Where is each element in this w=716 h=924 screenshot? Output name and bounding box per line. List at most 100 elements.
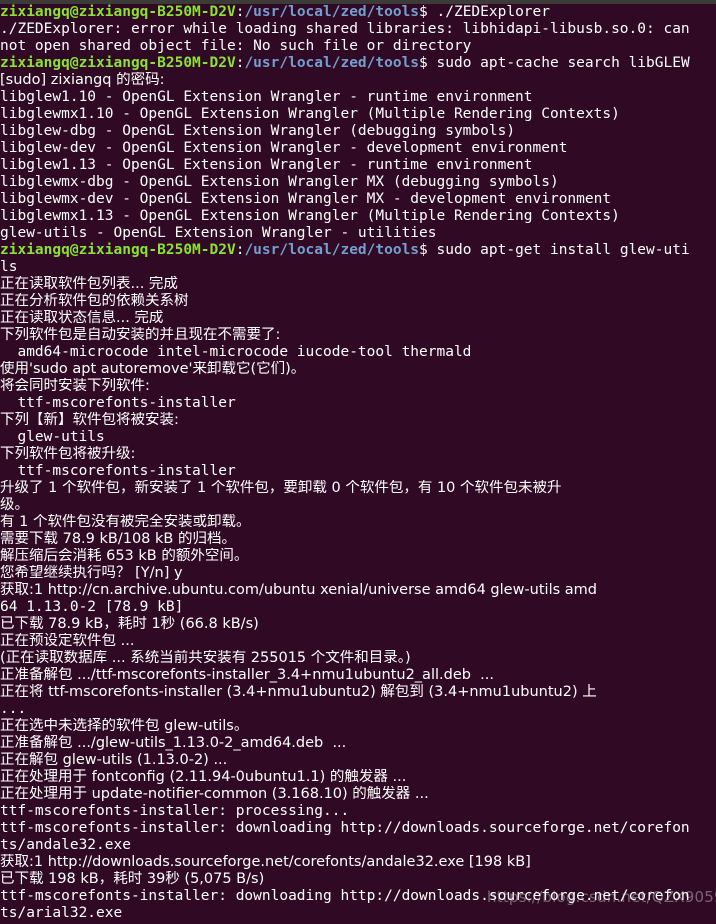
output-text: 正准备解包 .../glew-utils_1.13.0-2_amd64.deb … xyxy=(0,735,347,751)
terminal-output-line: 已下载 78.9 kB，耗时 1秒 (66.8 kB/s) xyxy=(0,616,716,633)
terminal-output-line: glew-utils xyxy=(0,429,716,446)
terminal-output-line: 正在读取状态信息... 完成 xyxy=(0,310,716,327)
output-text: ttf-mscorefonts-installer xyxy=(0,395,236,411)
terminal-output-line: 将会同时安装下列软件: xyxy=(0,378,716,395)
output-text: 正在预设定软件包 ... xyxy=(0,633,135,649)
terminal-prompt-line: zixiangq@zixiangq-B250M-D2V:/usr/local/z… xyxy=(0,55,716,72)
output-text: libglewmx-dbg - OpenGL Extension Wrangle… xyxy=(0,174,559,190)
terminal-output-line: libglewmx-dev - OpenGL Extension Wrangle… xyxy=(0,191,716,208)
terminal-output-line: 获取:1 http://cn.archive.ubuntu.com/ubuntu… xyxy=(0,582,716,599)
output-text: 您希望继续执行吗？ [Y/n] y xyxy=(0,565,183,581)
terminal-output-line: 已下载 198 kB，耗时 39秒 (5,075 B/s) xyxy=(0,871,716,888)
terminal-output-line: ts/andale32.exe xyxy=(0,837,716,854)
prompt-path: /usr/local/zed/tools xyxy=(244,55,420,71)
output-text: 正在读取软件包列表... 完成 xyxy=(0,276,178,292)
terminal-output-line: [sudo] zixiangq 的密码: xyxy=(0,72,716,89)
output-text: amd64-microcode intel-microcode iucode-t… xyxy=(0,344,472,360)
output-text: 需要下载 78.9 kB/108 kB 的归档。 xyxy=(0,531,236,547)
output-text: 已下载 78.9 kB，耗时 1秒 (66.8 kB/s) xyxy=(0,616,259,632)
terminal-output-line: 64 1.13.0-2 [78.9 kB] xyxy=(0,599,716,616)
output-text: 升级了 1 个软件包，新安装了 1 个软件包，要卸载 0 个软件包，有 10 个… xyxy=(0,480,562,496)
terminal-output-line: 您希望继续执行吗？ [Y/n] y xyxy=(0,565,716,582)
output-text: 正在读取状态信息... 完成 xyxy=(0,310,164,326)
terminal-output-line: libglew1.13 - OpenGL Extension Wrangler … xyxy=(0,157,716,174)
prompt-user-host: zixiangq@zixiangq-B250M-D2V xyxy=(0,4,236,20)
terminal-output-line: libglewmx-dbg - OpenGL Extension Wrangle… xyxy=(0,174,716,191)
output-text: [sudo] zixiangq xyxy=(0,72,117,88)
terminal-output-line: libglew-dbg - OpenGL Extension Wrangler … xyxy=(0,123,716,140)
terminal-output-line: libglew-dev - OpenGL Extension Wrangler … xyxy=(0,140,716,157)
output-text: 使用'sudo apt autoremove'来卸载它(它们)。 xyxy=(0,361,306,377)
terminal-output-line: not open shared object file: No such fil… xyxy=(0,38,716,55)
prompt-path: /usr/local/zed/tools xyxy=(244,242,420,258)
terminal-output-line: 需要下载 78.9 kB/108 kB 的归档。 xyxy=(0,531,716,548)
prompt-path: /usr/local/zed/tools xyxy=(244,4,420,20)
terminal-output-line: ls xyxy=(0,259,716,276)
output-text: ... xyxy=(0,701,27,717)
output-text: 已下载 198 kB，耗时 39秒 (5,075 B/s) xyxy=(0,871,265,887)
output-text: libglewmx-dev - OpenGL Extension Wrangle… xyxy=(0,191,612,207)
output-text: ttf-mscorefonts-installer: downloading h… xyxy=(0,820,690,836)
output-text: ttf-mscorefonts-installer xyxy=(0,463,236,479)
output-text: 正准备解包 .../ttf-mscorefonts-installer_3.4+… xyxy=(0,667,494,683)
output-text: 正在处理用于 fontconfig (2.11.94-0ubuntu1.1) 的… xyxy=(0,769,407,785)
terminal-output-line: ttf-mscorefonts-installer: downloading h… xyxy=(0,888,716,905)
output-text: libglew1.10 - OpenGL Extension Wrangler … xyxy=(0,89,533,105)
output-text: 正在解包 glew-utils (1.13.0-2) ... xyxy=(0,752,228,768)
terminal-prompt-line: zixiangq@zixiangq-B250M-D2V:/usr/local/z… xyxy=(0,4,716,21)
terminal-window[interactable]: zixiangq@zixiangq-B250M-D2V:/usr/local/z… xyxy=(0,0,716,924)
output-text: 下列【新】软件包将被安装: xyxy=(0,412,179,428)
output-text: glew-utils xyxy=(0,429,105,445)
terminal-output-line: ... xyxy=(0,701,716,718)
terminal-output-line: 升级了 1 个软件包，新安装了 1 个软件包，要卸载 0 个软件包，有 10 个… xyxy=(0,480,716,497)
terminal-output-line: glew-utils - OpenGL Extension Wrangler -… xyxy=(0,225,716,242)
output-text: not open shared object file: No such fil… xyxy=(0,38,472,54)
terminal-output-line: ttf-mscorefonts-installer xyxy=(0,395,716,412)
prompt-user-host: zixiangq@zixiangq-B250M-D2V xyxy=(0,242,236,258)
output-text: 下列软件包是自动安装的并且现在不需要了: xyxy=(0,327,281,343)
output-text: 获取:1 http://downloads.sourceforge.net/co… xyxy=(0,854,531,870)
output-text: 下列软件包将被升级: xyxy=(0,446,136,462)
output-text: 64 1.13.0-2 [78.9 kB] xyxy=(0,599,184,615)
terminal-output-line: 解压缩后会消耗 653 kB 的额外空间。 xyxy=(0,548,716,565)
terminal-output-line: 下列【新】软件包将被安装: xyxy=(0,412,716,429)
output-text: (正在读取数据库 ... 系统当前共安装有 255015 个文件和目录。) xyxy=(0,650,411,666)
terminal-output-line: 下列软件包是自动安装的并且现在不需要了: xyxy=(0,327,716,344)
terminal-output-line: 正准备解包 .../glew-utils_1.13.0-2_amd64.deb … xyxy=(0,735,716,752)
terminal-output-line: (正在读取数据库 ... 系统当前共安装有 255015 个文件和目录。) xyxy=(0,650,716,667)
output-text: 正在分析软件包的依赖关系树 xyxy=(0,293,189,309)
prompt-command: sudo apt-get install glew-uti xyxy=(427,242,690,258)
terminal-output-line: 正在分析软件包的依赖关系树 xyxy=(0,293,716,310)
terminal-prompt-line: zixiangq@zixiangq-B250M-D2V:/usr/local/z… xyxy=(0,242,716,259)
prompt-symbol: $ xyxy=(419,242,428,258)
terminal-output-line: 正在选中未选择的软件包 glew-utils。 xyxy=(0,718,716,735)
output-text: 获取:1 http://cn.archive.ubuntu.com/ubuntu… xyxy=(0,582,597,598)
output-text: 将会同时安装下列软件: xyxy=(0,378,150,394)
terminal-output-line: 下列软件包将被升级: xyxy=(0,446,716,463)
terminal-output-line: 有 1 个软件包没有被完全安装或卸载。 xyxy=(0,514,716,531)
output-text: libglewmx1.10 - OpenGL Extension Wrangle… xyxy=(0,106,620,122)
prompt-symbol: $ xyxy=(419,55,428,71)
terminal-output-line: 正在处理用于 fontconfig (2.11.94-0ubuntu1.1) 的… xyxy=(0,769,716,786)
output-text: ts/arial32.exe xyxy=(0,905,123,921)
terminal-output-line: ttf-mscorefonts-installer xyxy=(0,463,716,480)
output-text: ts/andale32.exe xyxy=(0,837,131,853)
output-text: ./ZEDExplorer: error while loading share… xyxy=(0,21,690,37)
terminal-output-line: 级。 xyxy=(0,497,716,514)
output-text: 正在将 ttf-mscorefonts-installer (3.4+nmu1u… xyxy=(0,684,597,700)
prompt-symbol: $ xyxy=(419,4,428,20)
terminal-output-line: libglewmx1.13 - OpenGL Extension Wrangle… xyxy=(0,208,716,225)
terminal-output-line: ttf-mscorefonts-installer: downloading h… xyxy=(0,820,716,837)
output-text: 正在选中未选择的软件包 glew-utils。 xyxy=(0,718,249,734)
terminal-output-line: 正在处理用于 update-notifier-common (3.168.10)… xyxy=(0,786,716,803)
terminal-output-line: amd64-microcode intel-microcode iucode-t… xyxy=(0,344,716,361)
terminal-output-line: 使用'sudo apt autoremove'来卸载它(它们)。 xyxy=(0,361,716,378)
terminal-output-line: 获取:1 http://downloads.sourceforge.net/co… xyxy=(0,854,716,871)
terminal-output-line: libglew1.10 - OpenGL Extension Wrangler … xyxy=(0,89,716,106)
output-text: ttf-mscorefonts-installer: downloading h… xyxy=(0,888,690,904)
prompt-command: ./ZEDExplorer xyxy=(427,4,551,20)
terminal-output-area[interactable]: zixiangq@zixiangq-B250M-D2V:/usr/local/z… xyxy=(0,4,716,924)
terminal-output-line: libglewmx1.10 - OpenGL Extension Wrangle… xyxy=(0,106,716,123)
output-text: ls xyxy=(0,259,18,275)
prompt-command: sudo apt-cache search libGLEW xyxy=(427,55,690,71)
